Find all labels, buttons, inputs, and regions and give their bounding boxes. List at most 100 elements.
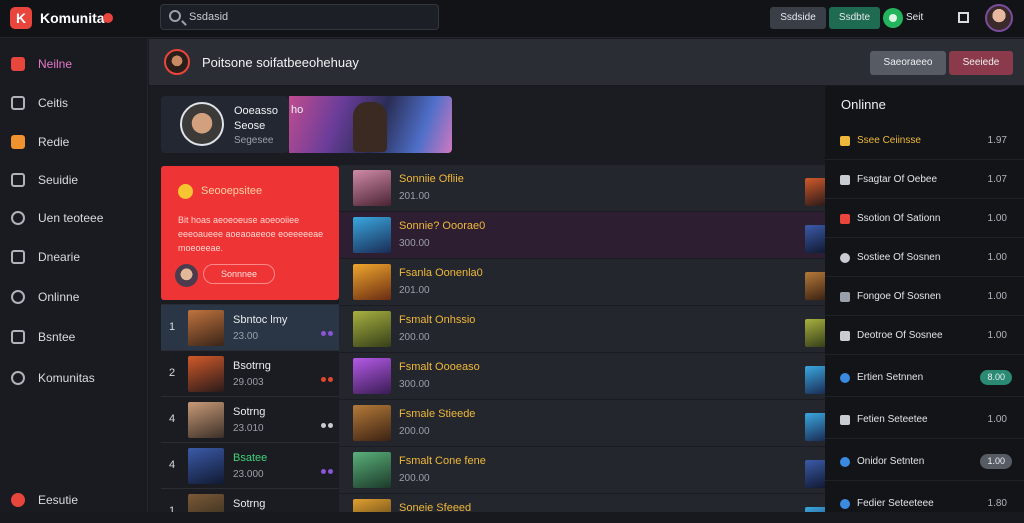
featured-card[interactable]: Ooeasso Seose Segesee (161, 96, 289, 153)
sidebar-item-7[interactable]: Onlinne (0, 283, 148, 311)
online-item[interactable]: Fetien Seteetee 1.00 (825, 400, 1024, 439)
online-item[interactable]: Fsagtar Of Oebee 1.07 (825, 160, 1024, 199)
list-item[interactable]: 4 Sotrng 23.010 (161, 396, 339, 442)
item-thumbnail (188, 448, 224, 484)
search-box[interactable] (160, 4, 439, 30)
game-icon (840, 331, 850, 341)
promo-card[interactable]: Seooepsitee Bit hoas aeoeoeuse aoeooiiee… (161, 166, 339, 300)
online-item-name: Fongoe Of Sosnen (857, 291, 941, 302)
list-item[interactable]: Soneie Sfeeed (339, 493, 825, 512)
sidebar-item-home[interactable]: Neilne (0, 50, 148, 78)
main-content: Ooeasso Seose Segesee ho Seooepsitee Bit… (149, 86, 825, 512)
list-item[interactable]: 4 Bsatee 23.000 (161, 442, 339, 488)
brand-name[interactable]: Komunita (40, 10, 105, 26)
game-icon (840, 253, 850, 263)
sidebar-item-5[interactable]: Uen teoteee (0, 204, 148, 232)
featured-banner[interactable]: ho (289, 96, 452, 153)
list-item[interactable]: Sonnie? Ooorae0 300.00 (339, 211, 825, 258)
online-item-name: Sostiee Of Sosnen (857, 252, 941, 263)
count-badge: 1.00 (980, 454, 1012, 469)
sidebar-item-label: Neilne (38, 57, 73, 71)
game-icon (840, 214, 850, 224)
more-icon[interactable] (321, 469, 335, 475)
list-item[interactable]: Fsmalt Cone fene 200.00 (339, 446, 825, 493)
header-button-2[interactable]: Seeiede (949, 51, 1013, 75)
window-icon[interactable] (958, 12, 969, 23)
item-name: Bsotrng (233, 360, 271, 372)
online-item-value: 1.07 (987, 174, 1007, 185)
preview-thumbnail[interactable] (805, 460, 825, 488)
list-item[interactable]: 1 Sotrng (161, 488, 339, 512)
sidebar-item-3[interactable]: Redie (0, 128, 148, 156)
preview-thumbnail[interactable] (805, 413, 825, 441)
list-item[interactable]: Fsmale Stieede 200.00 (339, 399, 825, 446)
online-item-name: Ertien Setnnen (857, 372, 924, 383)
status-icon (840, 373, 850, 383)
online-item[interactable]: Ssotion Of Sationn 1.00 (825, 199, 1024, 238)
preview-thumbnail[interactable] (805, 178, 825, 206)
item-value: 201.00 (399, 285, 430, 296)
more-icon[interactable] (321, 423, 335, 429)
sidebar-item-8[interactable]: Bsntee (0, 323, 148, 351)
list-item[interactable]: 1 Sbntoc lmy 23.00 (161, 304, 339, 350)
more-icon[interactable] (321, 331, 335, 337)
list-item[interactable]: Sonniie Ofliie 201.00 (339, 164, 825, 211)
status-icon (840, 457, 850, 467)
online-item[interactable]: Sostiee Of Sosnen 1.00 (825, 238, 1024, 277)
item-thumbnail (188, 494, 224, 512)
search-input[interactable] (189, 9, 429, 25)
preview-thumbnail[interactable] (805, 507, 825, 512)
online-item[interactable]: Deotroe Of Sosnee 1.00 (825, 316, 1024, 355)
smiley-icon (178, 184, 193, 199)
item-thumbnail (353, 170, 391, 206)
item-name: Fsanla Oonenla0 (399, 267, 483, 279)
app-logo[interactable]: K (10, 7, 32, 29)
item-name: Soneie Sfeeed (399, 502, 472, 512)
top-button-2[interactable]: Ssdbte (829, 7, 880, 29)
sidebar-item-2[interactable]: Ceitis (0, 89, 148, 117)
promo-button[interactable]: Sonnnee (203, 264, 275, 284)
more-icon[interactable] (321, 377, 335, 383)
online-item[interactable]: Onidor Setnten 1.00 (825, 442, 1024, 481)
list-item[interactable]: 2 Bsotrng 29.003 (161, 350, 339, 396)
sidebar-item-bottom[interactable]: Eesutie (0, 486, 148, 514)
featured-avatar (180, 102, 224, 146)
online-item-name: Deotroe Of Sosnee (857, 330, 943, 341)
channel-avatar[interactable] (164, 49, 190, 75)
preview-thumbnail[interactable] (805, 272, 825, 300)
featured-line-1: Ooeasso (234, 105, 279, 117)
sidebar-item-6[interactable]: Dnearie (0, 243, 148, 271)
community-icon (11, 371, 25, 385)
item-thumbnail (188, 402, 224, 438)
home-icon (11, 57, 25, 71)
item-value: 29.003 (233, 377, 264, 388)
user-avatar[interactable] (985, 4, 1013, 32)
promo-title: Seooepsitee (201, 185, 263, 197)
item-name: Sotrng (233, 498, 266, 510)
list-item[interactable]: Fsmalt Onhssio 200.00 (339, 305, 825, 352)
preview-thumbnail[interactable] (805, 319, 825, 347)
sidebar: Neilne Ceitis Redie Seuidie Uen teoteee … (0, 39, 148, 512)
sidebar-item-4[interactable]: Seuidie (0, 166, 148, 194)
sidebar-item-label: Eesutie (38, 493, 79, 507)
sidebar-item-9[interactable]: Komunitas (0, 364, 148, 392)
top-user-label[interactable]: Seit (906, 12, 923, 23)
preview-thumbnail[interactable] (805, 366, 825, 394)
list-item[interactable]: Fsmalt Oooeaso 300.00 (339, 352, 825, 399)
online-item[interactable]: Ertien Setnnen 8.00 (825, 358, 1024, 397)
online-item-name: Ssee Ceiinsse (857, 135, 921, 146)
preview-thumbnail[interactable] (805, 225, 825, 253)
online-item[interactable]: Ssee Ceiinsse 1.97 (825, 121, 1024, 160)
top-button-1[interactable]: Ssdside (770, 7, 826, 29)
item-name: Bsatee (233, 452, 268, 464)
list-item[interactable]: Fsanla Oonenla0 201.00 (339, 258, 825, 305)
sidebar-item-label: Komunitas (38, 371, 95, 385)
item-thumbnail (353, 358, 391, 394)
item-value: 201.00 (399, 191, 430, 202)
item-name: Sonniie Ofliie (399, 173, 464, 185)
status-icon[interactable] (883, 8, 903, 28)
online-item[interactable]: Fongoe Of Sosnen 1.00 (825, 277, 1024, 316)
header-button-1[interactable]: Saeoraeeo (870, 51, 946, 75)
notification-dot-icon (103, 13, 113, 23)
online-item[interactable]: Fedier Seteeteee 1.80 (825, 484, 1024, 523)
